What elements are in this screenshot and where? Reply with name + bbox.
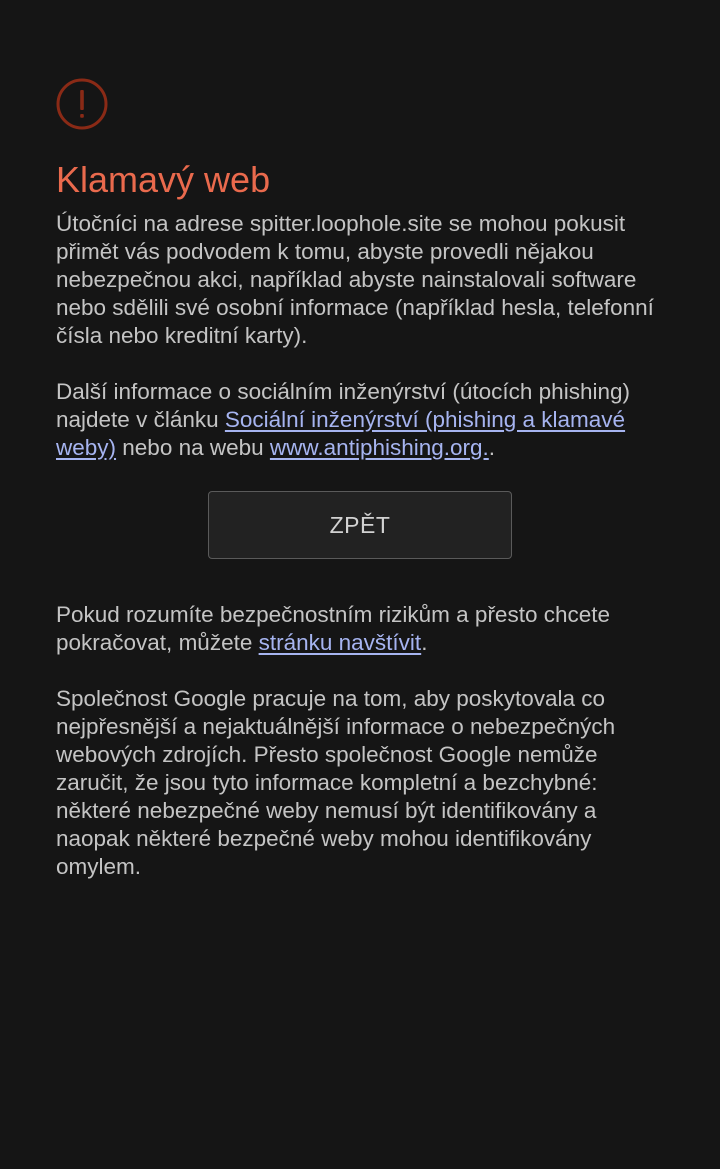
- more-info-paragraph: Další informace o sociálním inženýrství …: [56, 378, 666, 462]
- antiphishing-link[interactable]: www.antiphishing.org.: [270, 435, 489, 460]
- proceed-paragraph: Pokud rozumíte bezpečnostním rizikům a p…: [56, 601, 666, 657]
- exclamation-circle-icon: [56, 78, 108, 130]
- more-info-text-end: .: [488, 435, 496, 460]
- proceed-text-end: .: [421, 630, 428, 655]
- button-row: ZPĚT: [56, 491, 666, 559]
- interstitial-content: Klamavý web Útočníci na adrese spitter.l…: [56, 78, 666, 881]
- more-info-text-middle: nebo na webu: [116, 435, 270, 460]
- page-title: Klamavý web: [56, 159, 271, 200]
- warning-description: Útočníci na adrese spitter.loophole.site…: [56, 211, 654, 348]
- visit-page-link[interactable]: stránku navštívit: [259, 630, 422, 655]
- back-button[interactable]: ZPĚT: [208, 491, 512, 559]
- google-disclaimer: Společnost Google pracuje na tom, aby po…: [56, 686, 616, 879]
